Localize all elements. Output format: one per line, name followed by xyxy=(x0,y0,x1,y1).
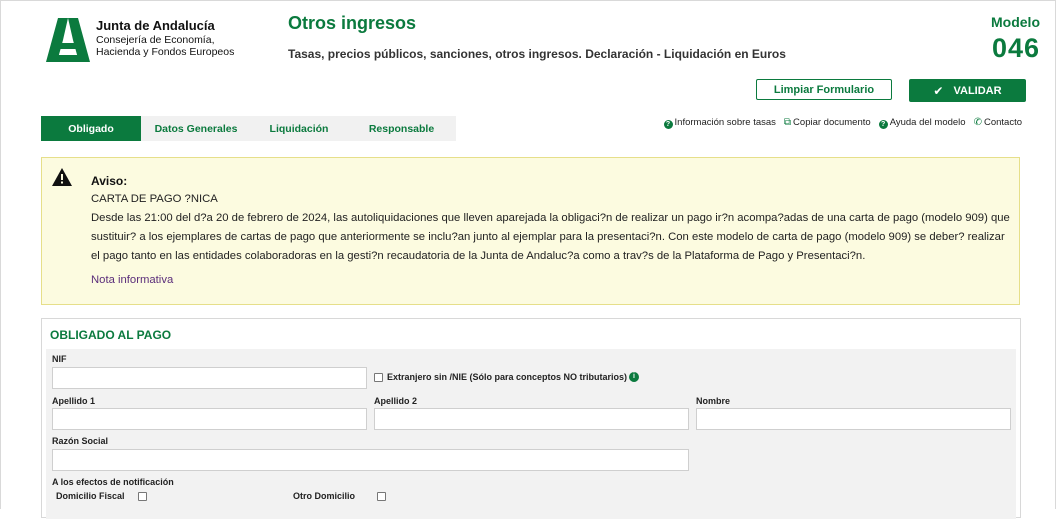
tab-obligado[interactable]: Obligado xyxy=(41,116,141,141)
page-subtitle: Tasas, precios públicos, sanciones, otro… xyxy=(288,47,786,61)
apellido1-input[interactable] xyxy=(52,408,367,430)
org-name: Junta de Andalucía xyxy=(96,18,215,33)
nombre-input[interactable] xyxy=(696,408,1011,430)
notice-body: CARTA DE PAGO ?NICA Desde las 21:00 del … xyxy=(91,190,1011,266)
modelo-label: Modelo xyxy=(991,14,1040,30)
extranjero-label: Extranjero sin /NIE (Sólo para conceptos… xyxy=(387,372,628,382)
tab-responsable[interactable]: Responsable xyxy=(347,116,456,141)
notice-line-1: CARTA DE PAGO ?NICA xyxy=(91,193,218,205)
link-label: Ayuda del modelo xyxy=(889,117,966,128)
clear-form-button[interactable]: Limpiar Formulario xyxy=(756,79,892,100)
extranjero-checkbox[interactable] xyxy=(374,373,383,382)
apellido2-input[interactable] xyxy=(374,408,689,430)
section-title: OBLIGADO AL PAGO xyxy=(50,328,172,342)
nota-informativa-link[interactable]: Nota informativa xyxy=(91,274,173,286)
help-links: ? Información sobre tasas ⧉ Copiar documen… xyxy=(663,117,1022,129)
link-contacto[interactable]: ✆ Contacto xyxy=(974,117,1022,129)
form-tabs: Obligado Datos Generales Liquidación Res… xyxy=(41,116,456,141)
org-sub-line-2: Hacienda y Fondos Europeos xyxy=(96,46,235,58)
otro-domicilio-checkbox[interactable] xyxy=(377,492,386,501)
info-icon[interactable]: i xyxy=(629,372,639,382)
apellido2-label: Apellido 2 xyxy=(374,396,418,406)
razon-social-input[interactable] xyxy=(52,449,689,471)
tab-liquidacion[interactable]: Liquidación xyxy=(251,116,347,141)
link-label: Copiar documento xyxy=(793,117,871,128)
notice-title: Aviso: xyxy=(91,174,128,188)
org-subtitle: Consejería de Economía, Hacienda y Fondo… xyxy=(96,34,234,58)
link-label: Información sobre tasas xyxy=(674,117,776,128)
nif-label: NIF xyxy=(52,354,67,364)
modelo-number: 046 xyxy=(991,33,1040,63)
otro-domicilio-label: Otro Domicilio xyxy=(293,491,356,501)
nombre-label: Nombre xyxy=(696,396,731,406)
help-circle-icon: ? xyxy=(878,120,888,129)
warning-icon xyxy=(52,168,72,186)
check-icon: ✔ xyxy=(933,83,944,98)
link-copiar-documento[interactable]: ⧉ Copiar documento xyxy=(784,117,871,129)
link-label: Contacto xyxy=(983,117,1022,128)
phone-icon: ✆ xyxy=(973,117,982,128)
domicilio-fiscal-label: Domicilio Fiscal xyxy=(56,491,125,501)
notificacion-label: A los efectos de notificación xyxy=(52,477,174,487)
help-circle-icon: ? xyxy=(663,120,673,129)
link-informacion-tasas[interactable]: ? Información sobre tasas xyxy=(663,117,776,129)
notice-text: Desde las 21:00 del d?a 20 de febrero de… xyxy=(91,212,1010,262)
tab-datos-generales[interactable]: Datos Generales xyxy=(141,116,251,141)
nif-input[interactable] xyxy=(52,367,367,389)
org-sub-line-1: Consejería de Economía, xyxy=(96,34,215,46)
razon-social-label: Razón Social xyxy=(52,436,109,446)
page-title: Otros ingresos xyxy=(288,13,417,33)
junta-logo-icon xyxy=(46,18,90,62)
copy-icon: ⧉ xyxy=(783,117,792,128)
domicilio-fiscal-checkbox[interactable] xyxy=(138,492,147,501)
apellido1-label: Apellido 1 xyxy=(52,396,96,406)
obligado-panel: OBLIGADO AL PAGO NIF Extranjero sin /NIE… xyxy=(41,318,1021,519)
link-ayuda-modelo[interactable]: ? Ayuda del modelo xyxy=(878,117,966,129)
validate-label: VALIDAR xyxy=(953,84,1002,97)
validate-button[interactable]: ✔ VALIDAR xyxy=(909,79,1026,102)
panel-body: NIF Extranjero sin /NIE (Sólo para conce… xyxy=(46,349,1016,519)
notice-box: Aviso: CARTA DE PAGO ?NICA Desde las 21:… xyxy=(41,157,1020,305)
